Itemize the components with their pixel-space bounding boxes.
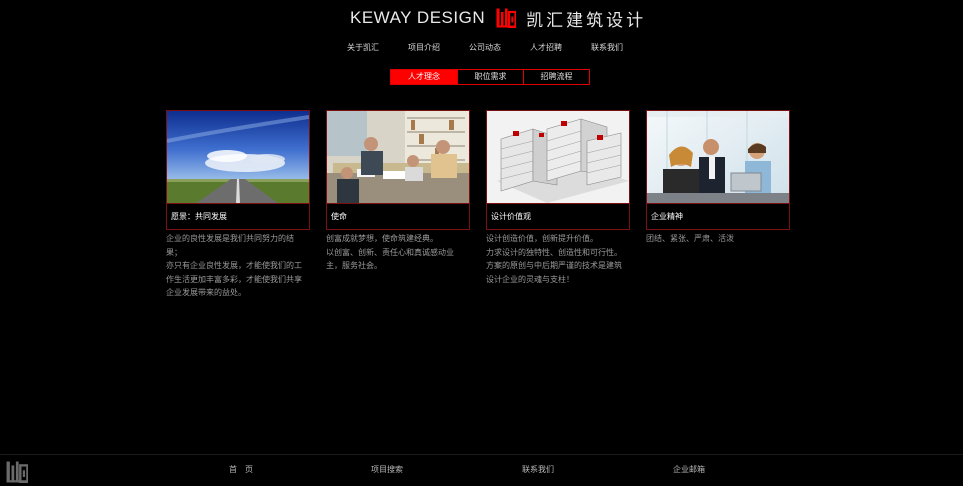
card-design-values: 设计价值观 设计创造价值，创新提升价值。 力求设计的独特性、创造性和可行性。 方…	[486, 110, 630, 286]
card-frame: 使命	[326, 110, 470, 230]
footer: 首 页 项目搜索 联系我们 企业邮箱	[0, 454, 963, 486]
card-frame: 愿景：共同发展	[166, 110, 310, 230]
footer-link-project-search[interactable]: 项目搜索	[371, 464, 403, 475]
site-logo[interactable]: KEWAY DESIGN 凯汇建筑设计	[350, 6, 647, 31]
card-text-line: 以创富、创新、责任心和真诚感动业	[326, 247, 454, 257]
card-image-office-meeting	[327, 111, 469, 204]
tab-recruitment-process[interactable]: 招聘流程	[523, 70, 589, 84]
card-text-line: 力求设计的独特性、创造性和可行性。	[486, 247, 622, 257]
card-text-line: 设计创造价值，创新提升价值。	[486, 234, 598, 243]
card-text-line: 企业发展带来的益处。	[166, 288, 246, 297]
footer-link-home[interactable]: 首 页	[229, 464, 253, 475]
card-text-line: 作生活更加丰富多彩，才能使我们共享	[166, 274, 302, 284]
card-title: 设计价值观	[491, 212, 531, 221]
card-mission: 使命 创富成就梦想，使命筑建经典。 以创富、创新、责任心和真诚感动业 主，服务社…	[326, 110, 470, 273]
card-vision: 愿景：共同发展 企业的良性发展是我们共同努力的结 果； 亦只有企业良性发展，才能…	[166, 110, 310, 300]
card-frame: 设计价值观	[486, 110, 630, 230]
card-text-line: 创富成就梦想，使命筑建经典。	[326, 234, 438, 243]
nav-news[interactable]: 公司动态	[469, 42, 501, 53]
card-text: 设计创造价值，创新提升价值。 力求设计的独特性、创造性和可行性。 方案的原创与中…	[486, 232, 630, 286]
main-nav: 关于凯汇 项目介绍 公司动态 人才招聘 联系我们	[335, 42, 635, 53]
card-title: 愿景：共同发展	[171, 212, 227, 221]
nav-about[interactable]: 关于凯汇	[347, 42, 379, 53]
card-image-building-model	[487, 111, 629, 204]
card-text-line: 亦只有企业良性发展，才能使我们的工	[166, 261, 302, 270]
card-frame: 企业精神	[646, 110, 790, 230]
nav-careers[interactable]: 人才招聘	[530, 42, 562, 53]
card-title: 企业精神	[651, 212, 683, 221]
careers-tabs: 人才理念 职位需求 招聘流程	[390, 69, 590, 85]
card-text-line: 主，服务社会。	[326, 261, 382, 270]
footer-logo-icon	[6, 461, 29, 484]
card-text-line: 方案的原创与中后期严谨的技术是建筑	[486, 261, 622, 270]
tab-job-openings[interactable]: 职位需求	[457, 70, 523, 84]
footer-link-email[interactable]: 企业邮箱	[673, 464, 705, 475]
card-text: 企业的良性发展是我们共同努力的结 果； 亦只有企业良性发展，才能使我们的工 作生…	[166, 232, 310, 300]
card-image-road-sky	[167, 111, 309, 204]
card-text: 团结、紧张、严肃、活泼	[646, 232, 790, 246]
card-text: 创富成就梦想，使命筑建经典。 以创富、创新、责任心和真诚感动业 主，服务社会。	[326, 232, 470, 273]
card-text-line: 设计企业的灵魂与支柱！	[486, 274, 574, 284]
brand-name-en: KEWAY DESIGN	[350, 8, 486, 27]
card-text-line: 团结、紧张、严肃、活泼	[646, 234, 734, 243]
brand-name-cn: 凯汇建筑设计	[526, 10, 647, 31]
nav-contact[interactable]: 联系我们	[591, 42, 623, 53]
card-text-line: 企业的良性发展是我们共同努力的结	[166, 234, 294, 243]
card-enterprise-spirit: 企业精神 团结、紧张、严肃、活泼	[646, 110, 790, 246]
card-image-team	[647, 111, 789, 204]
card-title: 使命	[331, 212, 347, 221]
nav-projects[interactable]: 项目介绍	[408, 42, 440, 53]
brand-mark-icon	[496, 8, 517, 29]
footer-link-contact[interactable]: 联系我们	[522, 464, 554, 475]
card-text-line: 果；	[166, 247, 182, 257]
tab-talent-philosophy[interactable]: 人才理念	[391, 70, 457, 84]
